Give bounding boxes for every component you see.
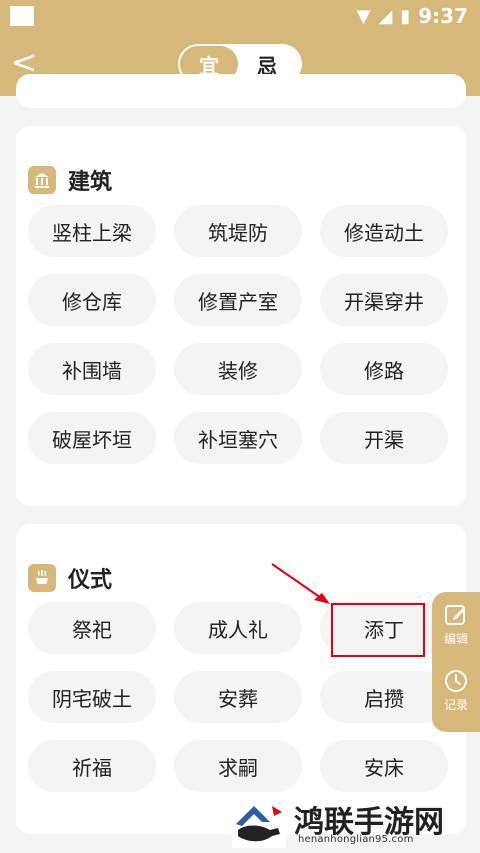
building-item-2[interactable]: 筑堤防 [174, 205, 302, 257]
status-app-icon [10, 6, 34, 26]
building-title-text: 建筑 [68, 170, 113, 195]
edit-label: 编辑 [443, 632, 468, 646]
building-item-5[interactable]: 修置产室 [174, 274, 302, 326]
building-item-3[interactable]: 修造动土 [320, 205, 448, 257]
wifi-icon: ▼ [356, 5, 371, 27]
ritual-item-4[interactable]: 阴宅破土 [28, 671, 156, 723]
previous-section-card [16, 74, 466, 108]
watermark-logo-icon [232, 797, 286, 848]
signal-icon: ◢ [378, 5, 393, 27]
chevron-left-icon: < [10, 43, 38, 81]
building-item-11[interactable]: 补垣塞穴 [174, 412, 302, 464]
battery-icon: ▮ [400, 5, 411, 27]
status-bar: ▼ ◢ ▮ 9:37 [0, 0, 480, 32]
ritual-item-6[interactable]: 启攒 [320, 671, 448, 723]
temple-icon [28, 166, 56, 194]
side-action-tab: 编辑 记录 [432, 592, 480, 732]
edit-icon [445, 605, 465, 625]
record-label: 记录 [443, 698, 468, 712]
incense-burner-icon [28, 564, 56, 592]
building-item-8[interactable]: 装修 [174, 343, 302, 395]
back-button[interactable]: < [10, 43, 38, 81]
ritual-item-7[interactable]: 祈福 [28, 740, 156, 792]
ritual-item-1[interactable]: 祭祀 [28, 602, 156, 654]
building-section-title: 建筑 [28, 164, 112, 196]
ritual-title-text: 仪式 [68, 568, 113, 593]
status-icons: ▼ ◢ ▮ 9:37 [357, 4, 468, 28]
building-item-10[interactable]: 破屋坏垣 [28, 412, 156, 464]
building-item-4[interactable]: 修仓库 [28, 274, 156, 326]
building-item-1[interactable]: 竖柱上梁 [28, 205, 156, 257]
building-item-7[interactable]: 补围墙 [28, 343, 156, 395]
ritual-item-2[interactable]: 成人礼 [174, 602, 302, 654]
highlight-box [331, 603, 425, 657]
watermark: 鸿联手游网 henanhonglian95.com [232, 792, 480, 853]
ritual-item-8[interactable]: 求嗣 [174, 740, 302, 792]
record-button[interactable]: 记录 [432, 668, 480, 713]
building-item-6[interactable]: 开渠穿井 [320, 274, 448, 326]
edit-button[interactable]: 编辑 [432, 602, 480, 647]
clock-icon [445, 670, 467, 692]
ritual-item-9[interactable]: 安床 [320, 740, 448, 792]
status-time: 9:37 [418, 4, 468, 28]
watermark-url: henanhonglian95.com [298, 834, 414, 845]
building-item-9[interactable]: 修路 [320, 343, 448, 395]
annotation-arrow-icon [271, 563, 330, 604]
ritual-section-title: 仪式 [28, 562, 112, 594]
building-item-12[interactable]: 开渠 [320, 412, 448, 464]
ritual-item-5[interactable]: 安葬 [174, 671, 302, 723]
